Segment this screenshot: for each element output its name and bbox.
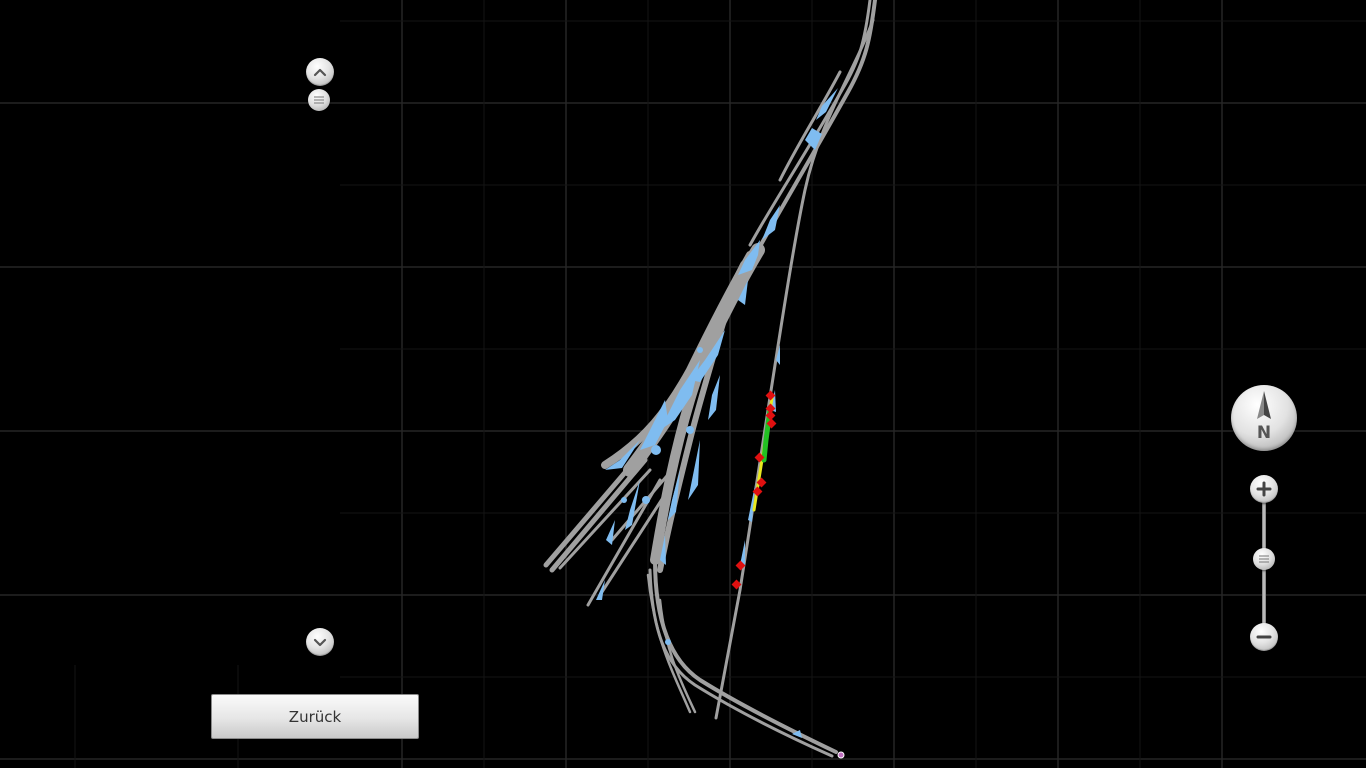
endpoint-marker [837,751,845,759]
scroll-up-button[interactable] [306,58,334,86]
minus-icon [1256,635,1272,639]
scroll-handle[interactable] [308,89,330,111]
compass-button[interactable]: N [1231,385,1297,451]
zoom-out-button[interactable] [1250,623,1278,651]
chevron-down-icon [313,638,327,647]
zoom-in-button[interactable] [1250,475,1278,503]
grip-icon [314,96,324,104]
plus-icon [1256,481,1272,497]
chevron-up-icon [313,68,327,77]
back-button[interactable]: Zurück [211,694,419,739]
track-lines [543,0,877,758]
zoom-slider-handle[interactable] [1253,547,1275,570]
blue-highlights [596,88,838,738]
map-viewport[interactable]: Zurück N [0,0,1366,768]
scroll-down-button[interactable] [306,628,334,656]
track-map[interactable] [0,0,1366,768]
grip-icon [1259,554,1269,563]
compass-north-label: N [1256,423,1272,443]
